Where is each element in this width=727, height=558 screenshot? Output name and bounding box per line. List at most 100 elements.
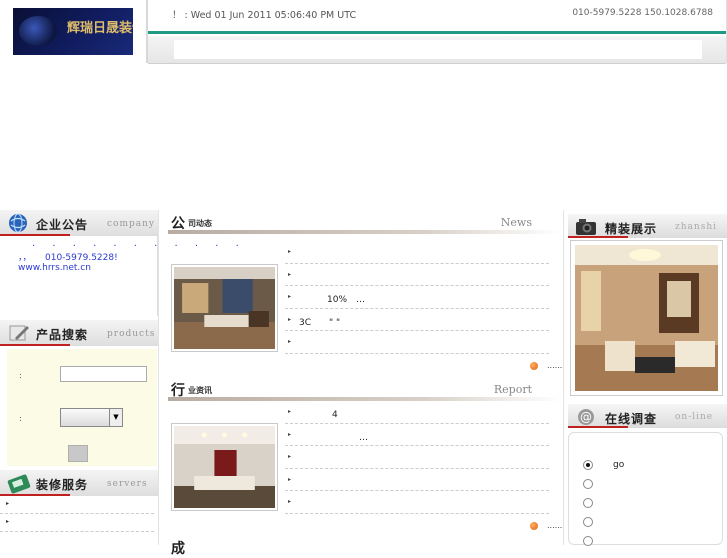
product-search-form: : : ▼ [7, 349, 157, 466]
product-search-title: 产品搜索 [36, 328, 89, 342]
industry-news-title-small: 业资讯 [188, 386, 212, 395]
list-item[interactable]: ▸ 4 [285, 401, 549, 424]
poll-title-en: on-line [675, 412, 714, 422]
logo-planet-icon [19, 16, 57, 46]
company-news-header: 公 司动态 News [168, 212, 562, 234]
at-sign-icon: @ [578, 409, 594, 425]
category-select[interactable]: ▼ [60, 408, 123, 427]
poll-section-header: @ 在线调查 on-line [568, 404, 727, 428]
list-item[interactable]: ▸ [285, 264, 549, 286]
title-underline [568, 236, 628, 238]
poll-option[interactable] [583, 517, 613, 529]
bullet-arrow-icon: ▸ [288, 293, 292, 300]
bullet-arrow-icon: ▸ [288, 498, 292, 505]
center-column-border [563, 210, 564, 545]
third-section-header: 成 [168, 537, 562, 557]
current-datetime: ！ : Wed 01 Jun 2011 05:06:40 PM UTC [172, 10, 357, 21]
section-title-bar [168, 230, 562, 234]
category-label: : [19, 414, 22, 423]
poll-option[interactable] [583, 479, 613, 491]
bullet-arrow-icon: ▸ [288, 270, 292, 278]
more-dot-icon [530, 361, 538, 370]
title-underline [568, 426, 628, 428]
bullet-arrow-icon: ▸ [288, 430, 292, 438]
company-news-title-en: News [500, 216, 532, 229]
notice-title: 企业公告 [36, 218, 89, 232]
contact-phones: 010-5979.5228 150.1028.6788 [572, 8, 713, 18]
poll-title: 在线调查 [605, 412, 658, 426]
poll-option[interactable] [583, 498, 613, 510]
bullet-arrow-icon: ▸ [288, 475, 292, 483]
showcase-title-en: zhanshi [675, 222, 717, 232]
bullet-arrow-icon: ▸ [288, 315, 292, 323]
list-item[interactable]: ▸ [0, 496, 154, 514]
site-logo[interactable]: 辉瑞日晟装饰 [13, 8, 133, 55]
pencil-icon [9, 325, 29, 341]
services-title: 装修服务 [36, 478, 89, 492]
company-news-photo[interactable] [171, 264, 278, 352]
list-item[interactable]: ▸ [285, 446, 549, 469]
industry-news-list: ▸ 4 ▸ … ▸ ▸ ▸ [285, 401, 549, 514]
header: 辉瑞日晟装饰 ！ : Wed 01 Jun 2011 05:06:40 PM U… [0, 0, 727, 64]
more-dot-icon [530, 521, 538, 530]
bullet-arrow-icon: ▸ [288, 453, 292, 460]
logo-text: 辉瑞日晟装饰 [67, 21, 133, 36]
showcase-section-header: 精装展示 zhanshi [568, 214, 727, 238]
industry-news-more-link[interactable]: ...... [530, 521, 562, 530]
company-news-title-small: 司动态 [188, 219, 212, 228]
company-news-more-link[interactable]: ...... [530, 361, 562, 370]
company-news-list: ▸ ▸ ▸ 10% … ▸ 3C " " ▸ [285, 241, 549, 354]
bedroom-image [174, 426, 275, 508]
list-item[interactable]: ▸ [285, 331, 549, 354]
nav-menu-area[interactable] [174, 40, 702, 59]
industry-news-title-en: Report [493, 383, 532, 396]
bullet-arrow-icon: ▸ [288, 248, 292, 255]
product-search-header: 产品搜索 products [0, 320, 158, 346]
poll-option[interactable]: go [583, 460, 624, 472]
svg-text:@: @ [580, 410, 592, 424]
bullet-arrow-icon: ▸ [6, 500, 10, 507]
list-item[interactable]: ▸ [0, 514, 154, 532]
radio-button[interactable] [583, 498, 593, 508]
showcase-photo[interactable] [570, 240, 723, 396]
chevron-down-icon[interactable]: ▼ [109, 409, 122, 426]
bullet-arrow-icon: ▸ [288, 408, 292, 415]
list-item[interactable]: ▸ [285, 469, 549, 491]
tools-icon [7, 474, 31, 494]
industry-news-photo[interactable] [171, 423, 278, 511]
product-search-title-en: products [107, 329, 156, 339]
list-item[interactable]: ▸ [285, 491, 549, 514]
list-item[interactable]: ▸ … [285, 424, 549, 446]
services-section-header: 装修服务 servers [0, 470, 158, 496]
bullet-arrow-icon: ▸ [288, 338, 292, 345]
notice-website-link[interactable]: www.hrrs.net.cn [18, 263, 91, 273]
notice-phone-text: ，， 010-5979.5228! [18, 253, 118, 263]
search-button[interactable] [68, 445, 88, 462]
poll-options: go [568, 432, 723, 548]
radio-button[interactable] [583, 517, 593, 527]
services-title-en: servers [107, 479, 148, 489]
showcase-title: 精装展示 [605, 222, 658, 236]
poll-option[interactable] [583, 536, 613, 548]
third-section-title-big: 成 [171, 541, 185, 557]
notice-body: · · · · · · · · · · · ，， 010-5979.5228! … [0, 236, 239, 316]
services-list: ▸ ▸ [0, 496, 158, 532]
title-underline [0, 344, 70, 346]
bullet-arrow-icon: ▸ [6, 518, 10, 525]
living-room-image [174, 267, 275, 349]
left-column-border [158, 210, 159, 545]
keyword-input[interactable] [60, 366, 147, 382]
showcase-room-image [575, 245, 718, 391]
list-item[interactable]: ▸ 3C " " [285, 309, 549, 331]
list-item[interactable]: ▸ [285, 241, 549, 264]
keyword-label: : [19, 371, 22, 380]
header-accent-bar [148, 31, 726, 34]
list-item[interactable]: ▸ 10% … [285, 286, 549, 309]
radio-button[interactable] [583, 460, 593, 470]
nav-bar [148, 36, 726, 64]
radio-button[interactable] [583, 479, 593, 489]
camera-icon [576, 219, 596, 235]
industry-news-header: 行 业资讯 Report [168, 379, 562, 401]
notice-title-en: company [107, 219, 156, 229]
globe-icon [9, 213, 27, 233]
